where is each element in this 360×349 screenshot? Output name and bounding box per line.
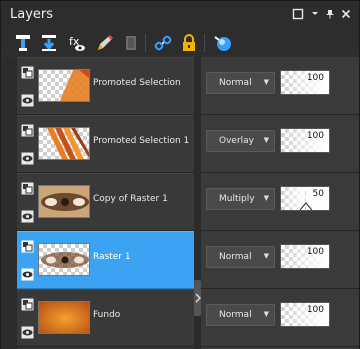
blend-mode-value: Normal <box>219 252 252 262</box>
layer-group-icon[interactable] <box>21 122 34 137</box>
layer-row-promoted-selection-1[interactable]: Promoted Selection 1 <box>17 115 197 173</box>
blend-mode-dropdown[interactable]: Normal ▼ <box>206 246 275 268</box>
layer-name: Copy of Raster 1 <box>93 194 168 204</box>
layer-name: Promoted Selection 1 <box>93 136 190 146</box>
layer-controls-row: Normal ▼ 100 <box>201 289 359 347</box>
layer-name: Fundo <box>93 310 121 320</box>
opacity-marker-icon <box>300 202 312 210</box>
link-icon[interactable] <box>153 33 173 53</box>
list-gutter <box>1 57 17 349</box>
opacity-slider[interactable]: 100 <box>280 70 330 95</box>
dropdown-arrow-icon: ▼ <box>263 194 269 202</box>
layer-row-fundo[interactable]: Fundo <box>17 289 197 347</box>
blend-mode-value: Multiply <box>219 194 255 204</box>
layer-row-promoted-selection[interactable]: Promoted Selection <box>17 57 197 115</box>
opacity-value: 100 <box>306 247 324 257</box>
toolbar-separator <box>145 34 146 52</box>
layer-controls-row: Normal ▼ 100 <box>201 231 359 289</box>
layer-row-raster-1[interactable]: Raster 1 <box>17 231 197 289</box>
opacity-value: 100 <box>306 73 324 83</box>
layer-group-icon[interactable] <box>21 238 34 253</box>
dropdown-arrow-icon: ▼ <box>263 252 269 260</box>
layer-row-copy-of-raster-1[interactable]: Copy of Raster 1 <box>17 173 197 231</box>
dropdown-icon[interactable] <box>308 8 322 22</box>
layer-name: Raster 1 <box>93 252 131 262</box>
blend-mode-dropdown[interactable]: Overlay ▼ <box>206 130 275 152</box>
dropdown-arrow-icon: ▼ <box>263 78 269 86</box>
panel-title: Layers <box>10 7 54 22</box>
layer-controls-row: Overlay ▼ 100 <box>201 115 359 173</box>
eye-icon[interactable] <box>21 208 34 223</box>
layer-thumbnail <box>38 69 90 102</box>
opacity-slider[interactable]: 100 <box>280 244 330 269</box>
layer-controls-row: Normal ▼ 100 <box>201 57 359 115</box>
lock-icon[interactable] <box>179 33 199 53</box>
splitter-handle[interactable] <box>194 280 201 316</box>
blend-mode-dropdown[interactable]: Normal ▼ <box>206 304 275 326</box>
dropdown-arrow-icon: ▼ <box>263 310 269 318</box>
dropdown-arrow-icon: ▼ <box>263 136 269 144</box>
mask-icon[interactable] <box>213 33 233 53</box>
layer-name: Promoted Selection <box>93 78 181 88</box>
eye-icon[interactable] <box>21 150 34 165</box>
eye-icon[interactable] <box>21 92 34 107</box>
opacity-value: 50 <box>312 189 324 199</box>
eye-icon[interactable] <box>21 266 34 281</box>
visibility-toggle-icon[interactable]: fx <box>67 33 87 53</box>
close-icon[interactable] <box>339 8 353 22</box>
title-bar: Layers <box>1 1 359 31</box>
opacity-value: 100 <box>306 305 324 315</box>
new-vector-layer-icon[interactable] <box>39 33 59 53</box>
restore-icon[interactable] <box>291 8 305 22</box>
eye-icon[interactable] <box>21 324 34 339</box>
layer-thumbnail <box>38 243 90 276</box>
layer-group-icon[interactable] <box>21 296 34 311</box>
edit-layer-icon[interactable] <box>95 33 115 53</box>
layer-group-icon[interactable] <box>21 180 34 195</box>
layers-toolbar: fx <box>1 31 359 55</box>
opacity-slider[interactable]: 50 <box>280 186 330 211</box>
blend-mode-dropdown[interactable]: Multiply ▼ <box>206 188 275 210</box>
blend-mode-dropdown[interactable]: Normal ▼ <box>206 72 275 94</box>
blend-mode-value: Overlay <box>219 136 254 146</box>
delete-layer-icon[interactable] <box>121 33 141 53</box>
layers-panel: Layers fx Promoted Selection Promoted Se… <box>0 0 360 349</box>
pin-icon[interactable] <box>323 8 337 22</box>
opacity-slider[interactable]: 100 <box>280 302 330 327</box>
toolbar-separator <box>204 34 205 52</box>
layer-thumbnail <box>38 127 90 160</box>
blend-mode-value: Normal <box>219 310 252 320</box>
layer-controls-row: Multiply ▼ 50 <box>201 173 359 231</box>
blend-mode-value: Normal <box>219 78 252 88</box>
layer-group-icon[interactable] <box>21 64 34 79</box>
new-raster-layer-icon[interactable] <box>13 33 33 53</box>
opacity-slider[interactable]: 100 <box>280 128 330 153</box>
opacity-value: 100 <box>306 131 324 141</box>
layer-thumbnail <box>38 301 90 334</box>
layer-thumbnail <box>38 185 90 218</box>
